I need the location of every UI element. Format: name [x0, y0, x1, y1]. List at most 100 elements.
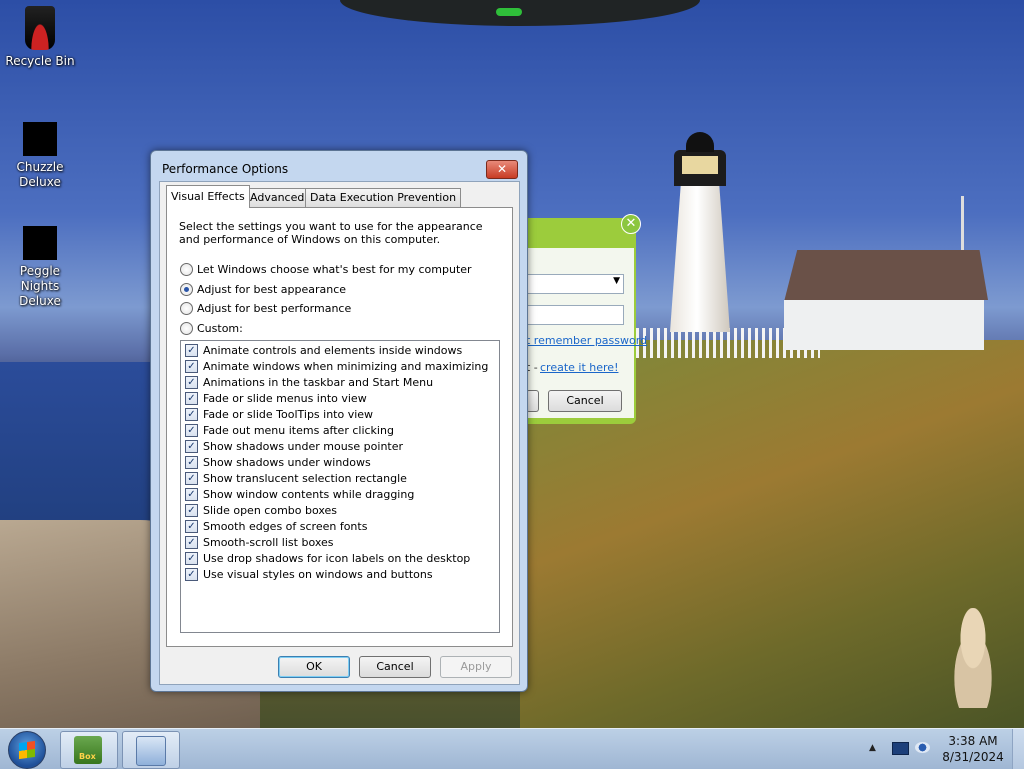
peggle-icon [23, 226, 57, 260]
list-item-label: Show translucent selection rectangle [203, 471, 407, 485]
list-item-label: Slide open combo boxes [203, 503, 338, 517]
radio-best-appearance[interactable]: Adjust for best appearance [180, 282, 346, 296]
list-item-label: Show window contents while dragging [203, 487, 415, 501]
list-item[interactable]: ✓ Slide open combo boxes [185, 502, 337, 518]
tab-data-execution-prevention[interactable]: Data Execution Prevention [305, 188, 462, 207]
tab-visual-effects[interactable]: Visual Effects [166, 185, 250, 208]
taskbar: Box ▲ 3:38 AM 8/31/2024 [0, 728, 1024, 769]
checkbox[interactable]: ✓ [185, 407, 198, 421]
list-item-label: Use visual styles on windows and buttons [203, 567, 433, 581]
action-center-icon[interactable] [892, 742, 909, 755]
chuzzle-icon [23, 122, 57, 156]
list-item-label: Smooth edges of screen fonts [203, 519, 368, 533]
window-title: Performance Options [162, 162, 289, 176]
list-item[interactable]: ✓ Animate windows when minimizing and max… [185, 358, 488, 374]
radio-label: Adjust for best performance [197, 301, 352, 315]
checkbox[interactable]: ✓ [185, 375, 198, 389]
list-item[interactable]: ✓ Show window contents while dragging [185, 486, 414, 502]
hamster-desktop-pet[interactable] [944, 608, 1002, 708]
list-item[interactable]: ✓ Smooth edges of screen fonts [185, 518, 367, 534]
list-item[interactable]: ✓ Use visual styles on windows and button… [185, 566, 433, 582]
checkbox[interactable]: ✓ [185, 471, 198, 485]
gadget-indicator [496, 8, 522, 16]
list-item[interactable]: ✓ Fade or slide ToolTips into view [185, 406, 373, 422]
checkbox[interactable]: ✓ [185, 423, 198, 437]
radio-button[interactable] [180, 321, 193, 335]
checkbox[interactable]: ✓ [185, 519, 198, 533]
login-password-field[interactable] [526, 305, 624, 325]
performance-options-window[interactable]: Performance Options ✕ Visual Effects Adv… [150, 150, 528, 692]
list-item-label: Animations in the taskbar and Start Menu [203, 375, 434, 389]
checkbox[interactable]: ✓ [185, 551, 198, 565]
list-item[interactable]: ✓ Animate controls and elements inside wi… [185, 342, 462, 358]
login-cancel-button[interactable]: Cancel [548, 390, 622, 412]
show-hidden-icons-button[interactable]: ▲ [869, 743, 876, 753]
login-close-icon[interactable]: ✕ [621, 214, 641, 234]
close-button[interactable]: ✕ [486, 160, 518, 179]
desktop-icon-label: Recycle Bin [5, 54, 75, 68]
radio-label: Let Windows choose what's best for my co… [197, 262, 472, 276]
game-box-label: Box [79, 752, 96, 761]
list-item-label: Fade out menu items after clicking [203, 423, 394, 437]
cancel-button[interactable]: Cancel [359, 656, 431, 678]
windows-start-icon [19, 740, 35, 760]
checkbox[interactable]: ✓ [185, 535, 198, 549]
window-client-area: Visual Effects Advanced Data Execution P… [159, 181, 520, 685]
radio-button[interactable] [180, 262, 193, 276]
radio-custom[interactable]: Custom: [180, 321, 243, 335]
visual-effects-panel: Select the settings you want to use for … [166, 207, 513, 647]
login-username-dropdown[interactable]: ▼ [526, 274, 624, 294]
list-item-label: Smooth-scroll list boxes [203, 535, 334, 549]
visual-effects-list[interactable]: ✓ Animate controls and elements inside wi… [180, 340, 500, 633]
create-account-link[interactable]: create it here! [540, 361, 618, 374]
game-box-icon: Box [74, 736, 102, 764]
forgot-password-link[interactable]: t remember password [526, 334, 647, 347]
desktop-icon-chuzzle[interactable]: Chuzzle Deluxe [0, 122, 80, 190]
wallpaper-house [776, 250, 988, 350]
show-desktop-button[interactable] [1012, 729, 1024, 769]
start-button[interactable] [8, 731, 46, 769]
checkbox[interactable]: ✓ [185, 503, 198, 517]
list-item[interactable]: ✓ Show shadows under windows [185, 454, 371, 470]
list-item-label: Fade or slide ToolTips into view [203, 407, 374, 421]
checkbox[interactable]: ✓ [185, 343, 198, 357]
desktop-icon-label: Chuzzle Deluxe [16, 160, 64, 189]
list-item-label: Show shadows under windows [203, 455, 371, 469]
list-item-label: Fade or slide menus into view [203, 391, 367, 405]
checkbox[interactable]: ✓ [185, 391, 198, 405]
wallpaper-lighthouse [652, 132, 748, 332]
list-item[interactable]: ✓ Show translucent selection rectangle [185, 470, 407, 486]
checkbox[interactable]: ✓ [185, 567, 198, 581]
network-icon[interactable] [915, 742, 930, 753]
list-item[interactable]: ✓ Animations in the taskbar and Start Men… [185, 374, 433, 390]
checkbox[interactable]: ✓ [185, 439, 198, 453]
taskbar-item-system-properties[interactable] [122, 731, 180, 769]
taskbar-clock[interactable]: 3:38 AM 8/31/2024 [938, 733, 1008, 765]
radio-best-performance[interactable]: Adjust for best performance [180, 301, 351, 315]
list-item-label: Use drop shadows for icon labels on the … [203, 551, 471, 565]
taskbar-item-game-box[interactable]: Box [60, 731, 118, 769]
tab-advanced[interactable]: Advanced [245, 188, 310, 207]
checkbox[interactable]: ✓ [185, 455, 198, 469]
list-item[interactable]: ✓ Use drop shadows for icon labels on the… [185, 550, 470, 566]
system-properties-icon [136, 736, 166, 766]
desktop-gadget [340, 0, 700, 26]
desktop-icon-peggle[interactable]: Peggle Nights Deluxe [0, 226, 80, 309]
checkbox[interactable]: ✓ [185, 487, 198, 501]
list-item-label: Animate controls and elements inside win… [203, 343, 463, 357]
radio-let-windows-choose[interactable]: Let Windows choose what's best for my co… [180, 262, 472, 276]
ok-button[interactable]: OK [278, 656, 350, 678]
apply-button[interactable]: Apply [440, 656, 512, 678]
settings-description: Select the settings you want to use for … [179, 220, 483, 246]
desktop-icon-recycle-bin[interactable]: Recycle Bin [0, 6, 80, 69]
checkbox[interactable]: ✓ [185, 359, 198, 373]
list-item[interactable]: ✓ Show shadows under mouse pointer [185, 438, 403, 454]
clock-date: 8/31/2024 [942, 750, 1004, 764]
list-item[interactable]: ✓ Smooth-scroll list boxes [185, 534, 334, 550]
list-item[interactable]: ✓ Fade or slide menus into view [185, 390, 367, 406]
radio-button[interactable] [180, 301, 193, 315]
recycle-bin-icon [25, 6, 55, 50]
radio-button-selected[interactable] [180, 282, 193, 296]
list-item[interactable]: ✓ Fade out menu items after clicking [185, 422, 394, 438]
radio-label: Adjust for best appearance [197, 282, 347, 296]
